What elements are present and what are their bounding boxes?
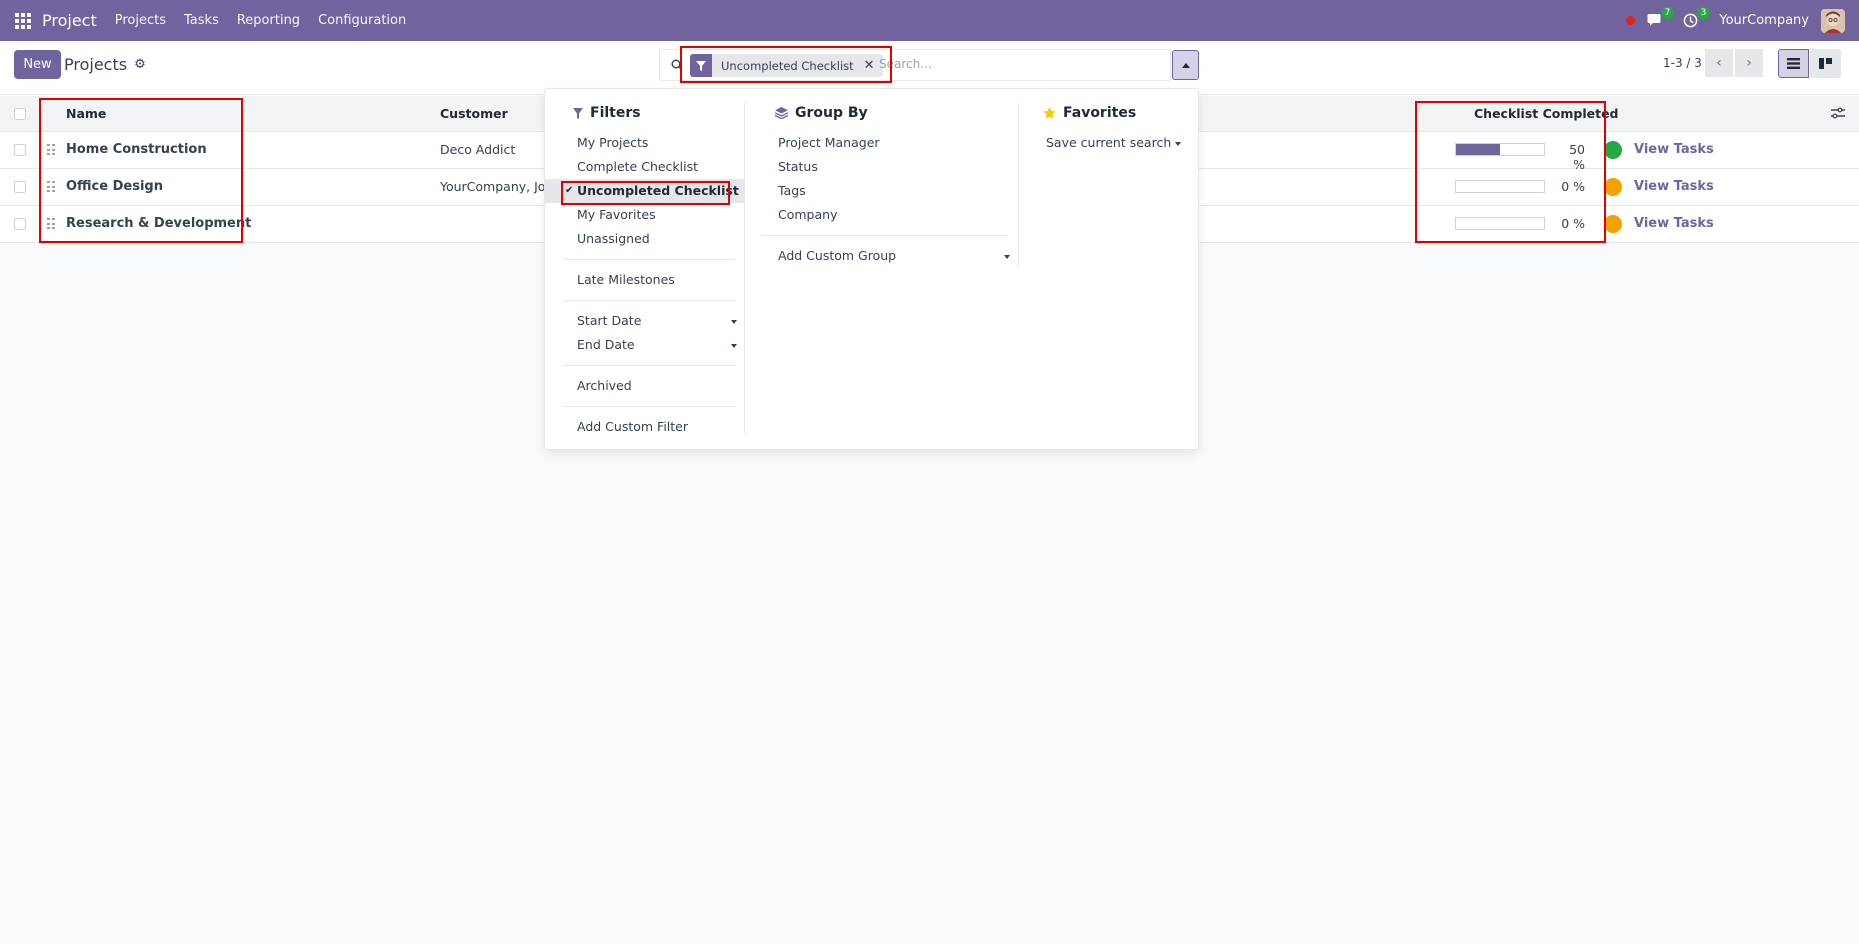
- company-switcher[interactable]: YourCompany: [1719, 13, 1809, 28]
- messages-icon[interactable]: 7: [1647, 6, 1675, 29]
- apps-menu-icon[interactable]: [15, 12, 31, 29]
- list-view-icon[interactable]: [1778, 49, 1809, 78]
- divider: [761, 235, 1008, 236]
- progress-fill: [1456, 144, 1500, 155]
- user-avatar[interactable]: [1821, 8, 1845, 33]
- app-brand[interactable]: Project: [42, 11, 97, 30]
- pager-value[interactable]: 1-3 / 3: [1663, 56, 1702, 70]
- menu-tasks[interactable]: Tasks: [184, 13, 219, 28]
- row-checkbox[interactable]: [14, 181, 26, 193]
- filter-uncompleted-checklist[interactable]: ✔ Uncompleted Checklist: [545, 179, 745, 203]
- checklist-progress-value: 0 %: [1561, 216, 1585, 231]
- favorites-section: Favorites Save current search: [1019, 103, 1199, 155]
- breadcrumb: Projects ⚙: [64, 55, 146, 74]
- add-custom-filter[interactable]: Add Custom Filter: [545, 415, 745, 439]
- menu-projects[interactable]: Projects: [115, 13, 166, 28]
- divider: [563, 300, 735, 301]
- search-icon: [671, 59, 683, 71]
- filter-complete-checklist[interactable]: Complete Checklist: [545, 155, 745, 179]
- column-settings-icon[interactable]: [1831, 107, 1845, 119]
- recording-indicator-icon[interactable]: [1626, 16, 1636, 25]
- groupby-section: Group By Project Manager Status Tags Com…: [745, 103, 1018, 268]
- caret-down-icon: [731, 320, 737, 324]
- divider: [563, 259, 735, 260]
- new-button[interactable]: New: [14, 50, 61, 79]
- control-panel: New Projects ⚙ Uncompleted Checklist ✕ 1…: [0, 41, 1859, 95]
- search-facet[interactable]: Uncompleted Checklist ✕: [690, 54, 883, 77]
- groupby-project-manager[interactable]: Project Manager: [745, 131, 1018, 155]
- filters-section: Filters My Projects Complete Checklist ✔…: [545, 103, 745, 439]
- view-tasks-button[interactable]: View Tasks: [1634, 216, 1714, 231]
- column-checklist-completed[interactable]: Checklist Completed: [1474, 106, 1619, 121]
- status-indicator[interactable]: [1604, 215, 1622, 233]
- project-customer: Deco Addict: [440, 142, 516, 157]
- menu-configuration[interactable]: Configuration: [318, 13, 406, 28]
- messages-badge: 7: [1660, 6, 1675, 19]
- search-bar[interactable]: Uncompleted Checklist ✕: [659, 49, 1171, 81]
- checklist-progress-bar: [1455, 217, 1545, 230]
- checklist-progress-bar: [1455, 143, 1545, 156]
- groupby-status[interactable]: Status: [745, 155, 1018, 179]
- checklist-progress-bar: [1455, 180, 1545, 193]
- row-checkbox[interactable]: [14, 144, 26, 156]
- filter-end-date[interactable]: End Date: [545, 333, 745, 357]
- checkmark-icon: ✔: [565, 185, 574, 196]
- caret-down-icon: [1004, 255, 1010, 259]
- filter-start-date[interactable]: Start Date: [545, 309, 745, 333]
- activities-clock-icon[interactable]: 3: [1683, 6, 1711, 29]
- filter-my-favorites[interactable]: My Favorites: [545, 203, 745, 227]
- drag-handle-icon[interactable]: [47, 181, 55, 193]
- filter-archived[interactable]: Archived: [545, 374, 745, 398]
- filters-heading: Filters: [545, 103, 745, 123]
- save-current-search[interactable]: Save current search: [1019, 131, 1199, 155]
- status-indicator[interactable]: [1604, 178, 1622, 196]
- filter-icon: [573, 107, 583, 119]
- menu-reporting[interactable]: Reporting: [237, 13, 300, 28]
- drag-handle-icon[interactable]: [47, 144, 55, 156]
- groupby-heading: Group By: [745, 103, 1018, 123]
- project-name[interactable]: Office Design: [66, 179, 163, 194]
- view-tasks-button[interactable]: View Tasks: [1634, 179, 1714, 194]
- favorites-heading: Favorites: [1019, 103, 1199, 123]
- caret-down-icon: [1175, 142, 1181, 146]
- project-name[interactable]: Home Construction: [66, 142, 207, 157]
- activities-badge: 3: [1696, 6, 1711, 19]
- checklist-progress-value: 0 %: [1561, 179, 1585, 194]
- drag-handle-icon[interactable]: [47, 218, 55, 230]
- add-custom-group[interactable]: Add Custom Group: [745, 244, 1018, 268]
- status-indicator[interactable]: [1604, 141, 1622, 159]
- select-all-checkbox[interactable]: [14, 108, 26, 120]
- pager-previous-icon[interactable]: ‹: [1705, 49, 1733, 77]
- kanban-view-icon[interactable]: [1810, 49, 1841, 78]
- search-panel-dropdown: Filters My Projects Complete Checklist ✔…: [544, 88, 1199, 450]
- filter-icon: [690, 54, 712, 77]
- groupby-company[interactable]: Company: [745, 203, 1018, 227]
- filter-my-projects[interactable]: My Projects: [545, 131, 745, 155]
- groupby-tags[interactable]: Tags: [745, 179, 1018, 203]
- search-panel-toggle[interactable]: [1172, 50, 1199, 80]
- gear-icon[interactable]: ⚙: [134, 57, 146, 72]
- column-name[interactable]: Name: [66, 106, 106, 121]
- facet-label: Uncompleted Checklist: [721, 58, 854, 73]
- filter-late-milestones[interactable]: Late Milestones: [545, 268, 745, 292]
- layers-icon: [775, 107, 788, 119]
- divider: [563, 406, 735, 407]
- caret-down-icon: [731, 344, 737, 348]
- star-icon: [1043, 107, 1056, 119]
- column-customer[interactable]: Customer: [440, 106, 508, 121]
- top-navbar: Project Projects Tasks Reporting Configu…: [0, 0, 1859, 41]
- page-title: Projects: [64, 55, 128, 74]
- view-tasks-button[interactable]: View Tasks: [1634, 142, 1714, 157]
- pager-next-icon[interactable]: ›: [1735, 49, 1763, 77]
- filter-unassigned[interactable]: Unassigned: [545, 227, 745, 251]
- checklist-progress-value: 50 %: [1569, 142, 1585, 172]
- row-checkbox[interactable]: [14, 218, 26, 230]
- divider: [563, 365, 735, 366]
- facet-remove-icon[interactable]: ✕: [864, 58, 875, 73]
- project-name[interactable]: Research & Development: [66, 216, 251, 231]
- search-input[interactable]: [879, 57, 1149, 71]
